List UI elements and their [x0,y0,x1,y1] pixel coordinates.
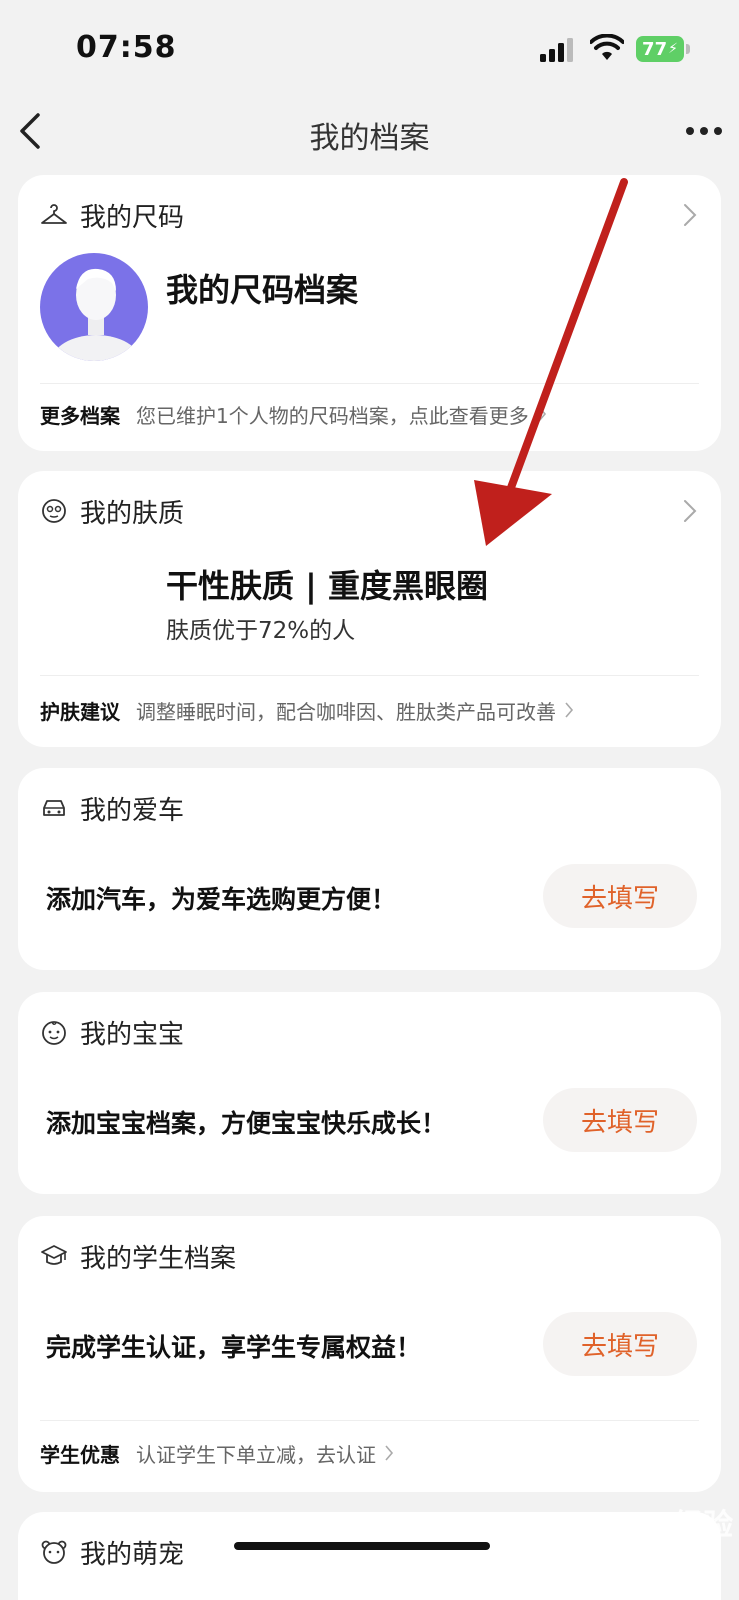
wifi-icon [590,34,624,60]
chevron-right-icon [385,1445,394,1461]
skin-card-header: 我的肤质 [40,493,184,529]
car-prompt-text: 添加汽车，为爱车选购更方便！ [46,885,397,914]
car-fill-button[interactable]: 去填写 [543,864,697,928]
status-bar: 07:58 77 ⚡ [0,0,739,95]
face-mask-icon [42,499,66,523]
student-footer-label: 学生优惠 [40,1442,120,1467]
chevron-right-icon [565,702,574,718]
student-footer-text: 认证学生下单立减，去认证 [136,1442,376,1467]
car-card-header: 我的爱车 [40,790,184,826]
size-footer-label: 更多档案 [40,403,120,428]
skin-card[interactable]: 我的肤质 干性肤质 | 重度黑眼圈 肤质优于72%的人 护肤建议 调整睡眠时间，… [18,471,721,747]
skin-rank-text: 肤质优于72%的人 [166,618,356,644]
avatar [40,253,148,361]
baby-prompt-text: 添加宝宝档案，方便宝宝快乐成长！ [46,1109,447,1138]
size-card-header: 我的尺码 [40,197,184,233]
student-fill-button[interactable]: 去填写 [543,1312,697,1376]
baidu-watermark-url: jingyan.baidu.com [600,1538,702,1551]
divider [40,1420,699,1421]
skin-footer[interactable]: 护肤建议 调整睡眠时间，配合咖啡因、胜肽类产品可改善 [40,695,574,725]
baby-face-icon [42,1021,66,1045]
divider [40,383,699,384]
size-card[interactable]: 我的尺码 我的尺码档案 更多档案 您已维护1个人物的尺码档案，点此查看更多 [18,175,721,451]
battery-level: 77 [642,38,668,60]
home-indicator[interactable] [234,1542,490,1550]
car-card-title: 我的爱车 [80,795,185,826]
size-card-title: 我的尺码 [80,202,185,233]
graduation-cap-icon [41,1245,67,1265]
page-title: 我的档案 [309,121,430,156]
size-footer-text: 您已维护1个人物的尺码档案，点此查看更多 [136,403,529,428]
chevron-right-icon[interactable] [683,499,697,523]
chevron-right-icon [538,406,546,422]
baby-card-header: 我的宝宝 [40,1014,184,1050]
baby-fill-button[interactable]: 去填写 [543,1088,697,1152]
divider [40,675,699,676]
skin-card-title: 我的肤质 [80,498,185,529]
skin-footer-label: 护肤建议 [40,699,120,724]
student-footer[interactable]: 学生优惠 认证学生下单立减，去认证 [40,1438,394,1468]
signal-icon [540,38,573,62]
size-profile-title: 我的尺码档案 [166,271,359,309]
size-footer[interactable]: 更多档案 您已维护1个人物的尺码档案，点此查看更多 [40,399,547,429]
student-card-title: 我的学生档案 [80,1243,237,1274]
pet-card-header: 我的萌宠 [40,1534,184,1570]
student-prompt-text: 完成学生认证，享学生专属权益！ [46,1333,422,1362]
car-card: 我的爱车 添加汽车，为爱车选购更方便！ 去填写 [18,768,721,970]
pet-card-title: 我的萌宠 [80,1539,185,1570]
more-options-icon[interactable] [684,119,724,143]
nav-bar: 我的档案 [0,95,739,173]
baby-card-title: 我的宝宝 [80,1019,185,1050]
baby-card: 我的宝宝 添加宝宝档案，方便宝宝快乐成长！ 去填写 [18,992,721,1194]
skin-type-title: 干性肤质 | 重度黑眼圈 [166,567,488,605]
student-card: 我的学生档案 完成学生认证，享学生专属权益！ 去填写 学生优惠 认证学生下单立减… [18,1216,721,1492]
pet-bear-icon [41,1540,67,1564]
battery-tip [686,44,690,54]
mannequin-icon [52,268,140,361]
battery-indicator: 77 ⚡ [636,36,684,62]
hanger-icon [41,204,67,224]
status-time: 07:58 [76,30,177,65]
car-icon [43,800,65,816]
skin-footer-text: 调整睡眠时间，配合咖啡因、胜肽类产品可改善 [136,699,556,724]
student-card-header: 我的学生档案 [40,1238,236,1274]
chevron-right-icon[interactable] [683,203,697,227]
